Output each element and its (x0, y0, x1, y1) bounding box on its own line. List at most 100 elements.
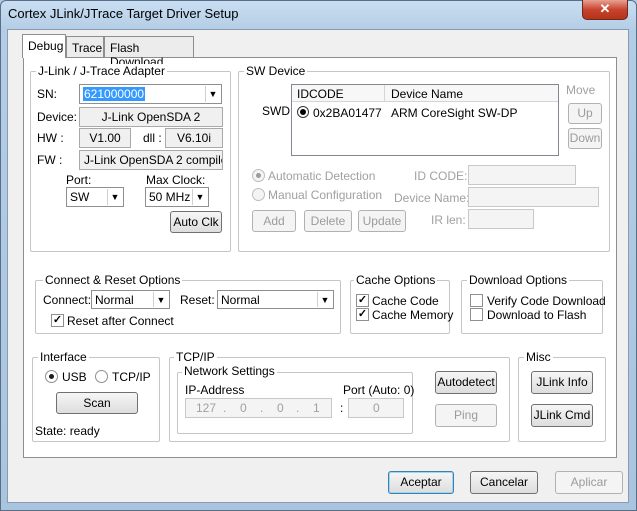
cache-code-checkbox[interactable]: ✓ (356, 294, 369, 307)
reset-label: Reset: (180, 293, 215, 307)
cache-memory-checkbox[interactable]: ✓ (356, 308, 369, 321)
manual-config-label: Manual Configuration (268, 188, 383, 202)
id-code-input[interactable] (468, 165, 576, 185)
tab-debug[interactable]: Debug (22, 34, 66, 58)
ip-octet-4: 1 (313, 401, 320, 415)
auto-clk-button[interactable]: Auto Clk (170, 211, 222, 233)
sn-label: SN: (37, 87, 58, 101)
move-down-button[interactable]: Down (568, 128, 602, 149)
update-button[interactable]: Update (358, 210, 406, 232)
reset-value: Normal (221, 293, 260, 307)
close-button[interactable]: ✕ (582, 0, 628, 20)
hw-field: V1.00 (79, 128, 131, 148)
sw-device-group-label: SW Device (244, 64, 308, 78)
cache-code-label: Cache Code (372, 294, 439, 308)
sn-select[interactable]: 621000000 ▼ (79, 84, 222, 104)
swd-label: SWD (262, 104, 290, 118)
selected-row-radio-icon[interactable] (297, 106, 309, 118)
jlink-cmd-button[interactable]: JLink Cmd (531, 404, 593, 427)
tab-trace[interactable]: Trace (66, 36, 104, 57)
move-up-button[interactable]: Up (568, 103, 602, 124)
id-code-label: ID CODE: (414, 169, 468, 183)
add-button[interactable]: Add (252, 210, 296, 232)
dll-label: dll : (143, 131, 162, 145)
maxclock-value: 50 MHz (149, 190, 191, 204)
autodetect-button[interactable]: Autodetect (435, 371, 497, 394)
chevron-down-icon: ▼ (192, 189, 207, 205)
usb-label: USB (62, 370, 87, 384)
connect-value: Normal (95, 293, 134, 307)
usb-radio[interactable] (45, 370, 58, 383)
close-icon: ✕ (599, 1, 611, 16)
scan-button[interactable]: Scan (56, 392, 138, 414)
chevron-down-icon: ▼ (153, 292, 168, 307)
cancel-button[interactable]: Cancelar (470, 471, 538, 494)
interface-group-label: Interface (38, 350, 89, 364)
dll-field: V6.10i (165, 128, 223, 148)
ok-button[interactable]: Aceptar (388, 471, 454, 494)
auto-detection-label: Automatic Detection (268, 169, 376, 183)
device-field: J-Link OpenSDA 2 (79, 107, 223, 127)
sn-value: 621000000 (83, 87, 146, 101)
ip-octet-2: 0 (240, 401, 247, 415)
reset-after-connect-label: Reset after Connect (67, 314, 174, 328)
maxclock-label: Max Clock: (146, 173, 206, 187)
connect-select[interactable]: Normal ▼ (91, 290, 170, 309)
delete-button[interactable]: Delete (304, 210, 352, 232)
port-label: Port: (66, 173, 92, 187)
ip-dot: . (260, 401, 264, 415)
ip-dot: . (223, 401, 227, 415)
verify-code-download-checkbox[interactable] (470, 294, 483, 307)
cache-memory-label: Cache Memory (372, 308, 454, 322)
move-label: Move (566, 83, 596, 97)
misc-group (518, 357, 606, 442)
ip-octet-1: 127 (196, 401, 217, 415)
connect-reset-group-label: Connect & Reset Options (43, 273, 183, 287)
misc-group-label: Misc (524, 350, 553, 364)
header-divider (384, 85, 385, 102)
device-label: Device: (37, 110, 78, 124)
chevron-down-icon: ▼ (107, 189, 122, 205)
tcpip-group-label: TCP/IP (174, 350, 217, 364)
port-select[interactable]: SW ▼ (66, 187, 124, 207)
download-options-group-label: Download Options (467, 273, 570, 287)
jlink-info-button[interactable]: JLink Info (531, 371, 593, 394)
apply-button[interactable]: Aplicar (555, 471, 623, 494)
port-auto-label: Port (Auto: 0) (343, 383, 415, 397)
port-value: 0 (373, 401, 380, 415)
auto-detection-radio[interactable] (252, 169, 265, 182)
row-device-name[interactable]: ARM CoreSight SW-DP (391, 106, 517, 120)
device-name-label: Device Name: (394, 191, 470, 205)
ip-address-label: IP-Address (185, 383, 245, 397)
tab-flash-download[interactable]: Flash Download (104, 36, 194, 69)
connect-label: Connect: (43, 293, 92, 307)
row-idcode[interactable]: 0x2BA01477 (313, 106, 382, 120)
port-separator: : (340, 401, 344, 415)
cache-options-group-label: Cache Options (354, 273, 438, 287)
reset-after-connect-checkbox[interactable]: ✓ (51, 314, 64, 327)
ip-octet-3: 0 (277, 401, 284, 415)
ir-len-input[interactable] (468, 209, 534, 229)
verify-code-download-label: Verify Code Download (487, 294, 606, 308)
port-value: SW (70, 190, 90, 204)
col-device-name: Device Name (391, 87, 464, 101)
reset-select[interactable]: Normal ▼ (217, 290, 334, 309)
download-to-flash-label: Download to Flash (487, 308, 587, 322)
network-settings-label: Network Settings (182, 364, 277, 378)
manual-config-radio[interactable] (252, 188, 265, 201)
chevron-down-icon: ▼ (205, 86, 220, 102)
ir-len-label: IR len: (431, 213, 466, 227)
adapter-group-label: J-Link / J-Trace Adapter (36, 64, 167, 78)
tcpip-radio-label: TCP/IP (112, 370, 151, 384)
tcpip-radio[interactable] (95, 370, 108, 383)
ping-button[interactable]: Ping (435, 404, 497, 427)
download-to-flash-checkbox[interactable] (470, 308, 483, 321)
col-idcode: IDCODE (297, 87, 344, 101)
chevron-down-icon: ▼ (317, 292, 332, 307)
window-title: Cortex JLink/JTrace Target Driver Setup (8, 6, 239, 21)
fw-label: FW : (37, 153, 63, 167)
interface-state: State: ready (35, 424, 100, 438)
maxclock-select[interactable]: 50 MHz ▼ (145, 187, 209, 207)
device-name-input[interactable] (468, 187, 599, 207)
fw-field: J-Link OpenSDA 2 compiled C (79, 150, 223, 170)
